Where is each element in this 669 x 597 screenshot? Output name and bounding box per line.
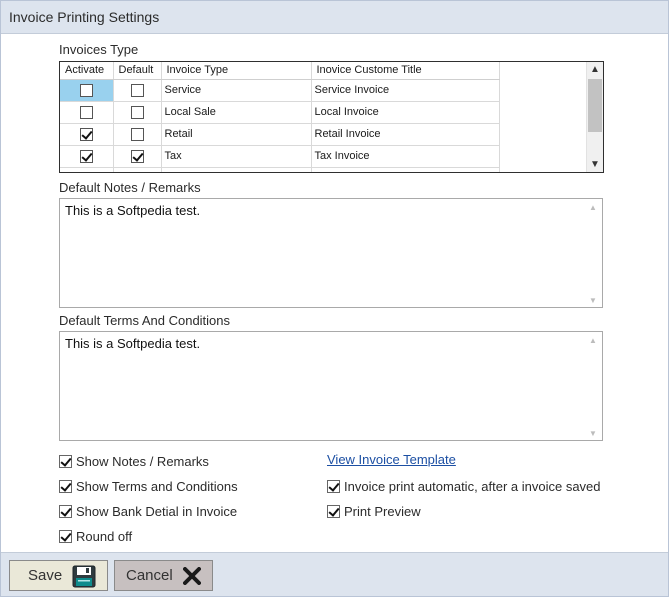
scroll-up-icon[interactable]: ▲ xyxy=(589,203,597,212)
auto-print-label: Invoice print automatic, after a invoice… xyxy=(344,479,601,494)
terms-label: Default Terms And Conditions xyxy=(59,313,231,328)
save-button[interactable]: Save xyxy=(9,560,108,591)
footer-bar: Save Cancel xyxy=(1,552,668,596)
activate-cell[interactable] xyxy=(60,123,114,146)
invoice-printing-settings-window: Invoice Printing Settings Invoices Type … xyxy=(0,0,669,597)
table-row[interactable]: Retail Retail Invoice xyxy=(60,123,500,146)
show-bank-option[interactable]: Show Bank Detial in Invoice xyxy=(59,504,237,519)
scroll-up-icon[interactable]: ▲ xyxy=(590,64,600,75)
show-terms-checkbox[interactable] xyxy=(59,480,72,493)
show-notes-checkbox[interactable] xyxy=(59,455,72,468)
print-preview-label: Print Preview xyxy=(344,504,421,519)
round-off-label: Round off xyxy=(76,529,133,544)
show-notes-option[interactable]: Show Notes / Remarks xyxy=(59,454,209,469)
activate-checkbox[interactable] xyxy=(79,83,93,97)
activate-checkbox[interactable] xyxy=(79,149,93,163)
activate-checkbox[interactable] xyxy=(79,127,93,141)
terms-text: This is a Softpedia test. xyxy=(65,336,201,351)
floppy-disk-icon xyxy=(72,565,96,592)
show-terms-label: Show Terms and Conditions xyxy=(76,479,238,494)
invoice-types-grid[interactable]: Activate Default Invoice Type Inovice Cu… xyxy=(59,61,604,173)
activate-cell[interactable] xyxy=(60,79,114,102)
default-cell[interactable] xyxy=(113,145,162,168)
custom-title-cell[interactable]: Tax Invoice xyxy=(311,145,500,168)
scroll-thumb[interactable] xyxy=(588,79,602,132)
table-row[interactable]: Service Service Invoice xyxy=(60,79,500,102)
column-header-custom-title[interactable]: Inovice Custome Title xyxy=(311,62,500,80)
title-bar: Invoice Printing Settings xyxy=(1,1,668,34)
print-preview-checkbox[interactable] xyxy=(327,505,340,518)
notes-label: Default Notes / Remarks xyxy=(59,180,201,195)
auto-print-checkbox[interactable] xyxy=(327,480,340,493)
grid-vertical-scrollbar[interactable]: ▲ ▼ xyxy=(586,62,603,172)
notes-text: This is a Softpedia test. xyxy=(65,203,201,218)
default-cell[interactable] xyxy=(113,79,162,102)
save-button-label: Save xyxy=(28,567,63,584)
column-header-activate[interactable]: Activate xyxy=(60,62,114,80)
custom-title-cell[interactable]: Local Invoice xyxy=(311,101,500,124)
activate-cell[interactable] xyxy=(60,145,114,168)
window-title: Invoice Printing Settings xyxy=(9,9,160,25)
round-off-option[interactable]: Round off xyxy=(59,529,132,544)
notes-scrollbar[interactable]: ▲ ▼ xyxy=(586,201,600,305)
invoice-type-cell[interactable]: Tax xyxy=(161,145,312,168)
invoice-type-cell[interactable]: Retail xyxy=(161,123,312,146)
scroll-down-icon[interactable]: ▼ xyxy=(589,296,597,305)
show-bank-checkbox[interactable] xyxy=(59,505,72,518)
print-preview-option[interactable]: Print Preview xyxy=(327,504,421,519)
activate-cell[interactable] xyxy=(60,101,114,124)
default-checkbox[interactable] xyxy=(130,127,144,141)
table-row[interactable]: Local Sale Local Invoice xyxy=(60,101,500,124)
close-icon xyxy=(183,567,201,589)
cancel-button[interactable]: Cancel xyxy=(114,560,213,591)
terms-textarea[interactable]: This is a Softpedia test. ▲ ▼ xyxy=(59,331,603,441)
activate-checkbox[interactable] xyxy=(79,105,93,119)
default-checkbox[interactable] xyxy=(130,83,144,97)
terms-scrollbar[interactable]: ▲ ▼ xyxy=(586,334,600,438)
custom-title-cell[interactable]: Service Invoice xyxy=(311,79,500,102)
view-invoice-template-link[interactable]: View Invoice Template xyxy=(327,452,456,467)
custom-title-cell[interactable] xyxy=(311,167,500,172)
show-bank-label: Show Bank Detial in Invoice xyxy=(76,504,238,519)
show-terms-option[interactable]: Show Terms and Conditions xyxy=(59,479,238,494)
default-cell[interactable] xyxy=(113,101,162,124)
default-cell[interactable] xyxy=(113,167,162,172)
invoice-type-cell[interactable]: Service xyxy=(161,79,312,102)
cancel-button-label: Cancel xyxy=(126,567,173,584)
show-notes-label: Show Notes / Remarks xyxy=(76,454,209,469)
notes-textarea[interactable]: This is a Softpedia test. ▲ ▼ xyxy=(59,198,603,308)
invoice-type-cell[interactable] xyxy=(161,167,312,172)
table-row[interactable]: Tax Tax Invoice xyxy=(60,145,500,168)
table-row[interactable] xyxy=(60,167,500,172)
invoice-type-cell[interactable]: Local Sale xyxy=(161,101,312,124)
auto-print-option[interactable]: Invoice print automatic, after a invoice… xyxy=(327,479,601,494)
activate-cell[interactable] xyxy=(60,167,114,172)
scroll-down-icon[interactable]: ▼ xyxy=(589,429,597,438)
default-cell[interactable] xyxy=(113,123,162,146)
scroll-up-icon[interactable]: ▲ xyxy=(589,336,597,345)
round-off-checkbox[interactable] xyxy=(59,530,72,543)
default-checkbox[interactable] xyxy=(130,105,144,119)
invoices-type-label: Invoices Type xyxy=(59,42,139,57)
column-header-default[interactable]: Default xyxy=(113,62,162,80)
custom-title-cell[interactable]: Retail Invoice xyxy=(311,123,500,146)
default-checkbox[interactable] xyxy=(130,149,144,163)
column-header-invoice-type[interactable]: Invoice Type xyxy=(161,62,312,80)
scroll-down-icon[interactable]: ▼ xyxy=(590,159,600,170)
